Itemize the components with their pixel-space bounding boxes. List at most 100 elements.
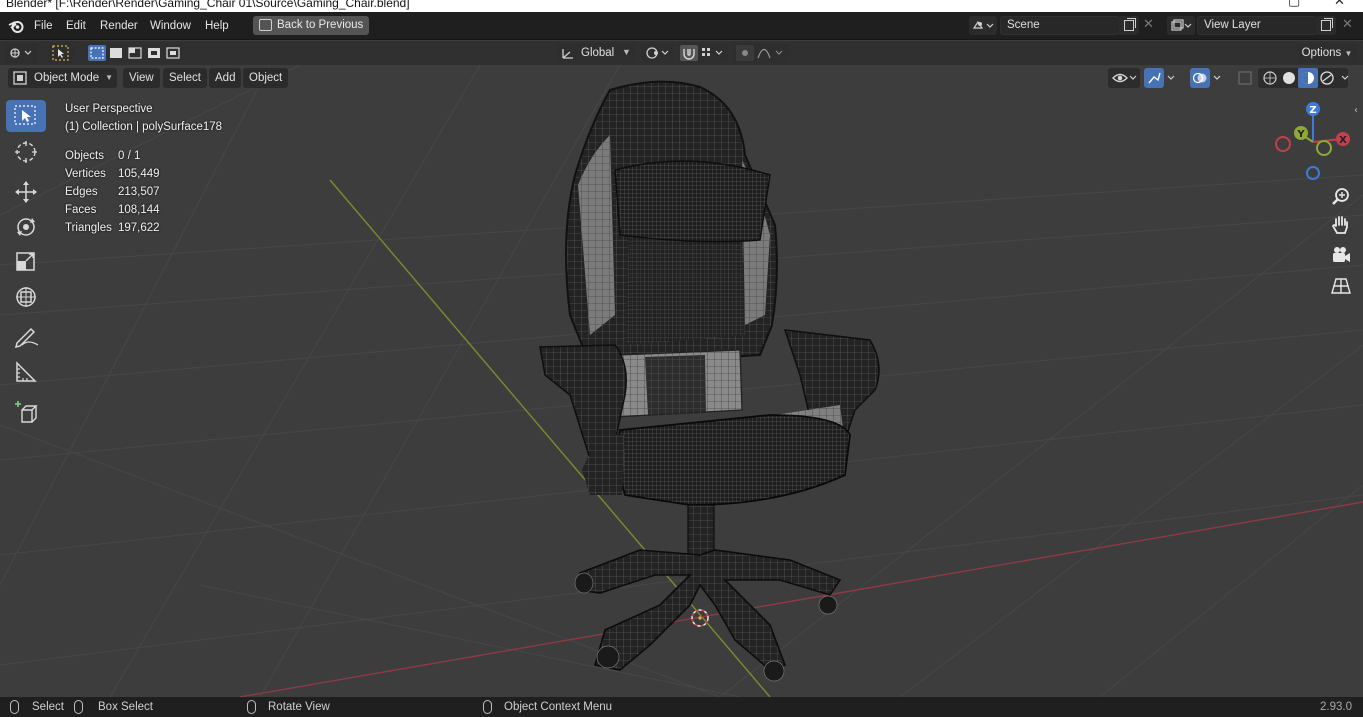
gizmo-x-label: X — [1339, 135, 1347, 146]
active-tool-button[interactable] — [49, 43, 73, 63]
object-mode-icon — [13, 71, 27, 85]
sidebar-toggle-icon[interactable]: ‹ — [1354, 105, 1358, 116]
grid-perspective-icon — [1331, 278, 1351, 294]
menu-window[interactable]: Window — [146, 18, 195, 34]
close-icon[interactable]: ✕ — [1334, 0, 1345, 9]
add-cube-icon — [15, 401, 38, 423]
zoom-icon — [1332, 188, 1349, 205]
perspective-toggle-button[interactable] — [1328, 273, 1354, 299]
annotate-icon — [14, 327, 39, 349]
status-box-select-label: Box Select — [98, 701, 153, 713]
select-box-icon — [14, 105, 36, 125]
menu-object[interactable]: Object — [243, 68, 289, 88]
transform-tool[interactable] — [6, 280, 46, 312]
rotate-tool[interactable] — [6, 210, 46, 242]
gizmo-y-label: Y — [1296, 129, 1305, 140]
selection-mode-group — [86, 43, 183, 63]
camera-view-button[interactable] — [1328, 243, 1354, 269]
measure-icon — [16, 361, 37, 382]
annotate-tool[interactable] — [6, 320, 46, 352]
object-mode-dropdown[interactable]: Object Mode ▼ — [8, 68, 117, 88]
version-label: 2.93.0 — [1320, 701, 1352, 713]
menu-select[interactable]: Select — [163, 68, 207, 88]
status-rotate-view-label: Rotate View — [268, 701, 330, 713]
add-cube-tool[interactable] — [6, 395, 46, 427]
tool-header: Global ▼ Options ▼ — [0, 41, 1363, 65]
stat-triangles: Triangles 197,622 — [65, 222, 160, 234]
new-view-layer-button[interactable] — [1316, 16, 1336, 35]
editor-type-button[interactable] — [6, 43, 38, 63]
transform-icon — [16, 287, 36, 307]
scale-icon — [16, 252, 35, 271]
zoom-button[interactable] — [1328, 184, 1354, 210]
viewport-header: Object Mode ▼ View Select Add Object — [0, 65, 1363, 91]
gizmo-neg-y-axis[interactable] — [1316, 140, 1332, 156]
chevron-down-icon: ▼ — [622, 47, 631, 57]
menu-render[interactable]: Render — [96, 18, 142, 34]
measure-tool[interactable] — [6, 355, 46, 387]
move-icon — [15, 181, 37, 203]
magnet-icon — [680, 45, 723, 61]
scene-browse-button[interactable] — [969, 16, 997, 35]
snapping-group[interactable] — [678, 43, 728, 63]
pivot-point-dropdown[interactable] — [641, 43, 673, 63]
active-collection-label: (1) Collection | polySurface178 — [65, 121, 223, 133]
transform-orientation-label: Global — [581, 47, 615, 59]
stat-vertices: Vertices 105,449 — [65, 168, 160, 180]
gaming-chair-mesh[interactable] — [539, 80, 880, 682]
new-scene-button[interactable] — [1119, 16, 1139, 35]
menu-help[interactable]: Help — [201, 18, 233, 34]
menu-file[interactable]: File — [30, 18, 57, 34]
cursor-icon — [15, 141, 37, 163]
status-bar: Select Box Select Rotate View Object Con… — [0, 697, 1363, 717]
menu-view[interactable]: View — [123, 68, 160, 88]
back-to-previous-label: Back to Previous — [277, 19, 364, 31]
mouse-drag-icon — [74, 700, 83, 714]
cursor-tool[interactable] — [6, 135, 46, 167]
navigation-gizmo[interactable]: Z Y X — [1268, 100, 1358, 182]
window-title: Blender* [F:\Render\Render\Gaming_Chair … — [6, 0, 410, 10]
mouse-right-icon — [483, 700, 492, 714]
proportional-editing-group[interactable] — [734, 43, 788, 63]
mouse-middle-icon — [247, 700, 256, 714]
camera-icon — [1333, 247, 1350, 262]
transform-orientation-dropdown[interactable]: Global ▼ — [557, 43, 635, 63]
mouse-left-icon — [10, 700, 19, 714]
view-layer-browse-button[interactable] — [1167, 16, 1195, 35]
back-to-previous-button[interactable]: Back to Previous — [253, 16, 369, 35]
options-dropdown[interactable]: Options ▼ — [1297, 43, 1357, 63]
scale-tool[interactable] — [6, 245, 46, 277]
menu-add[interactable]: Add — [209, 68, 242, 88]
top-menu-bar: File Edit Render Window Help Back to Pre… — [0, 12, 1363, 40]
3d-viewport[interactable]: Object Mode ▼ View Select Add Object Use… — [0, 65, 1363, 697]
stat-faces: Faces 108,144 — [65, 204, 160, 216]
status-context-menu-label: Object Context Menu — [504, 701, 613, 713]
remove-view-layer-icon[interactable]: ✕ — [1342, 17, 1353, 32]
chevron-down-icon: ▼ — [1344, 49, 1353, 58]
stat-objects: Objects 0 / 1 — [65, 150, 141, 162]
move-tool[interactable] — [6, 175, 46, 207]
proportional-edit-icon — [736, 45, 783, 61]
scene-name-field[interactable]: Scene — [1000, 16, 1120, 35]
gizmo-neg-x-axis[interactable] — [1275, 136, 1291, 152]
hand-icon — [1331, 216, 1348, 234]
viewport-shading-controls[interactable] — [1108, 68, 1358, 88]
pivot-point-icon — [646, 47, 669, 59]
chevron-down-icon: ▼ — [105, 73, 113, 82]
perspective-label: User Perspective — [65, 103, 153, 115]
gizmo-neg-z-axis[interactable] — [1306, 166, 1320, 180]
editor-type-icon — [10, 48, 32, 58]
blender-logo-icon[interactable] — [8, 18, 24, 34]
menu-edit[interactable]: Edit — [62, 18, 90, 34]
view-layer-name-field[interactable]: View Layer — [1197, 16, 1317, 35]
selection-mode-icons[interactable] — [88, 45, 182, 61]
select-box-tool[interactable] — [6, 100, 46, 132]
status-select-label: Select — [32, 701, 64, 713]
render-layers-icon — [1171, 19, 1192, 31]
viewport-stats-overlay: User Perspective (1) Collection | polySu… — [65, 100, 222, 237]
maximize-icon[interactable]: ▢ — [1288, 0, 1300, 9]
remove-scene-icon[interactable]: ✕ — [1143, 17, 1154, 32]
pan-button[interactable] — [1328, 213, 1354, 239]
scene-icon — [972, 20, 994, 29]
gizmo-z-label: Z — [1309, 105, 1316, 116]
